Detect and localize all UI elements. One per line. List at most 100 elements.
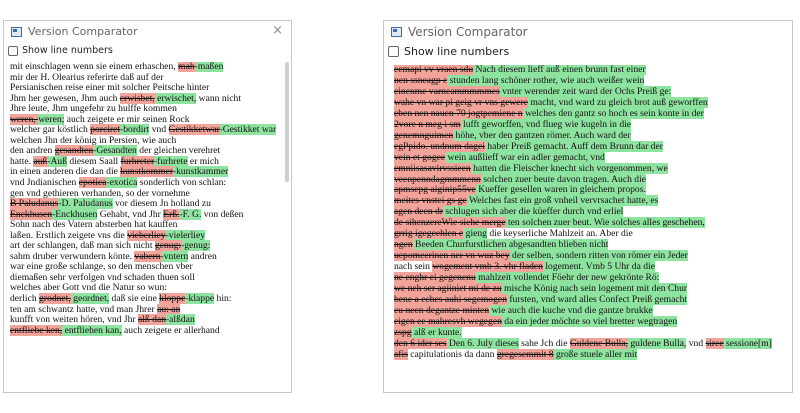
deleted-text: egPpido. undnum dagei — [394, 140, 485, 152]
unchanged-text: sonderlich von schlan: — [137, 177, 227, 189]
inserted-text: macht, vnd ward zu gleich brot auß gewor… — [528, 96, 708, 108]
deleted-text: furhreter — [120, 155, 154, 167]
diff-text-area: eemapi vv vraen sdu Nach diesem lieff au… — [394, 65, 786, 388]
inserted-text: gieng — [463, 228, 487, 240]
deleted-text: B Paludanus — [10, 198, 59, 210]
unchanged-text: auch zeigete er mir seinen Rock — [64, 113, 190, 125]
inserted-text: wie auch die kuche vnd die gantze brukke — [489, 304, 653, 316]
inserted-text: der selben, sondern ritten von römer ein… — [509, 250, 688, 262]
unchanged-text: mit einschlagen wenn sie einem erhaschen… — [10, 62, 179, 72]
show-line-numbers-checkbox[interactable] — [388, 46, 399, 57]
deleted-text: zspg — [394, 326, 412, 338]
unchanged-text: nach sein — [394, 261, 433, 273]
unchanged-text: hatte. — [10, 155, 34, 167]
deleted-text: epotica — [78, 177, 107, 189]
unchanged-text: in einen anderen die dan die — [10, 166, 121, 178]
deleted-text: wogement vmb 3. vhr fladen — [432, 261, 543, 273]
scrollbar-thumb[interactable] — [285, 62, 289, 182]
unchanged-text: kunfft von weiten hören, vnd Jhr — [10, 314, 138, 326]
deleted-text: kunstkommer — [120, 166, 173, 178]
unchanged-text: derlich — [10, 293, 40, 305]
inserted-text: -D. Paludanus — [58, 198, 113, 210]
show-line-numbers-option[interactable]: Show line numbers — [384, 44, 792, 62]
unchanged-text: von deßen — [201, 208, 244, 220]
show-line-numbers-option[interactable]: Show line numbers — [4, 44, 291, 60]
deleted-text: afis — [394, 348, 408, 360]
deleted-text: au: an — [157, 303, 181, 315]
diff-line: emniisasavirvssieen hatten die Fleischer… — [394, 162, 786, 175]
diff-text-area: mit einschlagen wenn sie einem erhaschen… — [10, 62, 282, 388]
deleted-text: Enckhusen — [10, 208, 53, 220]
deleted-text: vieberliey — [127, 229, 166, 241]
deleted-text: siree — [705, 337, 724, 349]
inserted-text: weren; — [38, 113, 65, 125]
deleted-text: erwisbet, — [119, 92, 155, 104]
inserted-text: hatten die Fleischer knecht sich vorgeno… — [470, 162, 668, 174]
deleted-text: den 6 ider ses — [394, 337, 447, 349]
inserted-text: ten solchen zuer beut. Wie solches alles… — [505, 217, 705, 229]
inserted-text: stunden lang schöner rother, wie auch we… — [447, 74, 645, 86]
inserted-text: guldene Bulla, — [627, 337, 687, 349]
title-bar: Version Comparator — [384, 21, 792, 44]
unchanged-text: vnd — [686, 337, 706, 349]
unchanged-text: sahm druber verwundern könte. — [10, 250, 135, 262]
inserted-text: da ein jeder möchte so viel bretter wegt… — [501, 315, 678, 327]
unchanged-text: Jhre leute, Jhm ungefehr zu hulffe komme… — [10, 103, 177, 115]
deleted-text: alß dan — [137, 314, 166, 326]
diff-line: egPpido. undnum dagei haber Preiß gemach… — [394, 140, 786, 153]
deleted-text: meites vnstei gs ge — [394, 195, 467, 207]
vertical-scrollbar[interactable] — [283, 62, 289, 388]
deleted-text: Gestikketwar — [168, 124, 220, 136]
deleted-text: mah — [178, 62, 195, 72]
deleted-text: 2vore n meg i sm — [394, 118, 461, 130]
deleted-text: nen ssneagp e — [394, 74, 448, 86]
inserted-text: höhe, vber den gantzen römer. Auch ward … — [453, 129, 631, 141]
inserted-text: Den 6. July dieses — [446, 337, 519, 349]
deleted-text: gesandten — [54, 145, 94, 157]
unchanged-text: hin: — [214, 293, 232, 305]
left-comparator-window: Version Comparator × Show line numbers m… — [3, 20, 292, 393]
unchanged-text: mir der H. Olearius referirte daß auf de… — [10, 71, 164, 83]
deleted-text: eigen ee mahresvh wegegen — [394, 315, 502, 327]
deleted-text: Guldene Bulla, — [569, 337, 628, 349]
inserted-text: welches den gantz so hoch es sein konte … — [522, 107, 704, 119]
unchanged-text: die keyserliche Mahlzeit an. Aber die — [486, 228, 633, 240]
show-line-numbers-label[interactable]: Show line numbers — [22, 45, 113, 56]
show-line-numbers-checkbox[interactable] — [8, 46, 18, 56]
deleted-text: veenpenndagmmmenn — [394, 173, 481, 185]
inserted-text: große stuele aller mit — [553, 348, 638, 360]
unchanged-text: vnd — [149, 124, 169, 136]
unchanged-text: art der schlangen, daß man sich nicht — [10, 240, 155, 252]
deleted-text: grodnet, — [39, 293, 71, 305]
inserted-text: schlugen sich aber die küeffer durch vnd… — [443, 206, 624, 218]
diff-line: vein et gogee wein außlieff war ein adle… — [394, 151, 786, 164]
deleted-text: auß — [33, 155, 48, 167]
unchanged-text: diemaßen sehr verfolgen vnd schaden thue… — [10, 271, 195, 283]
deleted-text: kloppe — [159, 293, 186, 305]
unchanged-text: vor diesem Jn holland zu — [112, 198, 211, 210]
close-icon[interactable]: × — [272, 24, 283, 38]
inserted-text: solchen zuer beute davon tragen. Auch di… — [480, 173, 647, 185]
inserted-text: alß er kunte. — [411, 326, 462, 338]
unchanged-text: war eine große schlange, so den menschen… — [10, 261, 193, 273]
deleted-text: eu neen degantze minten — [394, 304, 490, 316]
inserted-text: -vntern — [160, 250, 189, 262]
inserted-text: -furhrete — [153, 155, 188, 167]
inserted-text: geordnet, — [70, 293, 110, 305]
unchanged-text: Persianischen reise einer mit solcher Pe… — [10, 82, 210, 94]
inserted-text: mahlzeit vollendet Föehr der new gekrönt… — [475, 272, 660, 284]
inserted-text: -kunstkammer — [172, 166, 229, 178]
diff-line: afis capitulationis da dann gregesemmit … — [394, 348, 786, 361]
inserted-text: -F. G. — [179, 208, 202, 220]
deleted-text: Erß. — [163, 208, 180, 220]
deleted-text: bene a eches auhi segemogen — [394, 294, 507, 306]
deleted-text: de sihenzereWie siehe merge — [394, 217, 506, 229]
deleted-text: entfliebe ken, — [10, 324, 63, 336]
unchanged-text: der gleichen verehret — [136, 145, 221, 157]
inserted-text: fursten, vnd ward alles Confect Preiß ge… — [506, 294, 688, 306]
unchanged-text: er mich — [187, 155, 219, 167]
deleted-text: vein et gogee — [394, 151, 446, 163]
show-line-numbers-label[interactable]: Show line numbers — [404, 45, 509, 58]
inserted-text: -exotica — [106, 177, 138, 189]
deleted-text: genemnguimen — [394, 129, 454, 141]
